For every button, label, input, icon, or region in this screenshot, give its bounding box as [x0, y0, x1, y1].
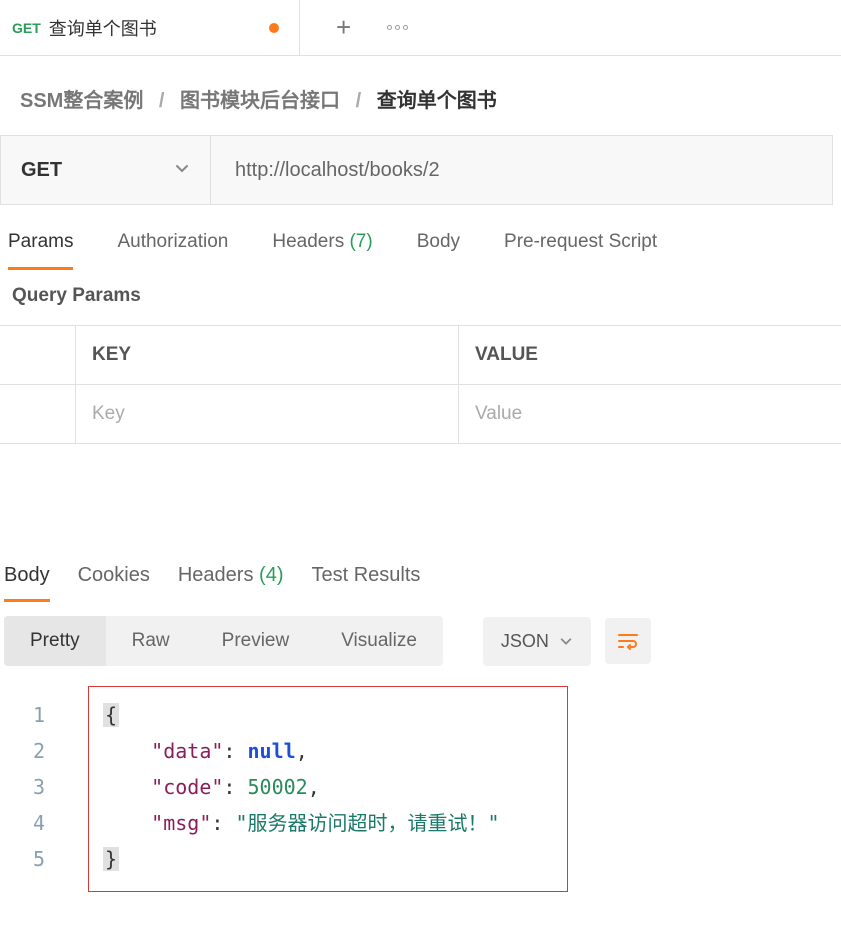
request-row: GET http://localhost/books/2 — [0, 135, 833, 205]
tab-title: 查询单个图书 — [49, 15, 157, 41]
value-input[interactable]: Value — [459, 385, 841, 443]
request-subtabs: Params Authorization Headers (7) Body Pr… — [0, 205, 841, 271]
table-row[interactable]: Key Value — [0, 385, 841, 443]
resp-tab-tests[interactable]: Test Results — [311, 564, 420, 599]
chevron-down-icon — [174, 159, 190, 182]
format-select[interactable]: JSON — [483, 617, 591, 666]
format-tabs: Pretty Raw Preview Visualize — [4, 616, 443, 666]
unsaved-dot-icon — [269, 23, 279, 33]
breadcrumb: SSM整合案例 / 图书模块后台接口 / 查询单个图书 — [0, 56, 841, 135]
crumb-current: 查询单个图书 — [377, 90, 497, 112]
col-value: VALUE — [459, 326, 841, 384]
col-key: KEY — [76, 326, 459, 384]
fmt-preview[interactable]: Preview — [196, 616, 316, 666]
resp-tab-headers[interactable]: Headers (4) — [178, 564, 284, 599]
crumb-root[interactable]: SSM整合案例 — [20, 90, 143, 112]
plus-icon[interactable]: + — [336, 12, 351, 43]
resp-tab-body[interactable]: Body — [4, 564, 50, 602]
line-gutter: 12345 — [33, 697, 45, 877]
tab-headers[interactable]: Headers (7) — [272, 231, 372, 270]
resp-tab-cookies[interactable]: Cookies — [78, 564, 150, 599]
crumb-sep: / — [356, 90, 362, 112]
more-icon[interactable] — [387, 25, 408, 30]
json-content[interactable]: { "data": null, "code": 50002, "msg": "服… — [103, 697, 553, 877]
key-input[interactable]: Key — [76, 385, 459, 443]
tab-bar: GET 查询单个图书 + — [0, 0, 841, 56]
format-label: JSON — [501, 631, 549, 652]
crumb-sep: / — [159, 90, 165, 112]
response-body: 12345 { "data": null, "code": 50002, "ms… — [0, 676, 841, 912]
query-params-table: KEY VALUE Key Value — [0, 325, 841, 444]
tab-params[interactable]: Params — [8, 231, 73, 270]
method-select[interactable]: GET — [1, 136, 211, 204]
response-tabs: Body Cookies Headers (4) Test Results — [0, 564, 841, 602]
checkbox-col — [0, 326, 76, 384]
crumb-mid[interactable]: 图书模块后台接口 — [180, 90, 340, 112]
table-header: KEY VALUE — [0, 326, 841, 385]
tab-body[interactable]: Body — [417, 231, 460, 270]
fmt-pretty[interactable]: Pretty — [4, 616, 106, 666]
tab-authorization[interactable]: Authorization — [117, 231, 228, 270]
tab-method: GET — [12, 20, 41, 36]
method-label: GET — [21, 159, 62, 182]
row-checkbox[interactable] — [0, 385, 76, 443]
tab-actions: + — [300, 0, 408, 55]
json-highlight-box: 12345 { "data": null, "code": 50002, "ms… — [88, 686, 568, 892]
request-tab[interactable]: GET 查询单个图书 — [0, 0, 300, 55]
wrap-lines-icon[interactable] — [605, 618, 651, 664]
fmt-visualize[interactable]: Visualize — [315, 616, 443, 666]
chevron-down-icon — [559, 634, 573, 648]
tab-prerequest[interactable]: Pre-request Script — [504, 231, 657, 270]
url-input[interactable]: http://localhost/books/2 — [211, 136, 832, 204]
format-row: Pretty Raw Preview Visualize JSON — [0, 602, 841, 676]
fmt-raw[interactable]: Raw — [106, 616, 196, 666]
query-params-title: Query Params — [0, 271, 841, 325]
